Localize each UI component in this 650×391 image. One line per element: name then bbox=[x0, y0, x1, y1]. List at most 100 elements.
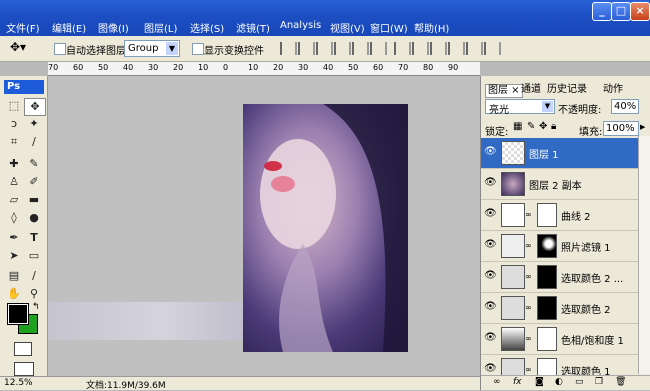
menu-filter[interactable]: 滤镜(T) bbox=[236, 20, 270, 35]
blend-mode-select[interactable]: 亮光 ▼ bbox=[485, 99, 555, 116]
menu-window[interactable]: 窗口(W) bbox=[370, 20, 408, 35]
quick-mask-icon[interactable] bbox=[14, 342, 32, 356]
distribute-right-icon[interactable] bbox=[484, 42, 501, 55]
distribute-bottom-icon[interactable] bbox=[430, 42, 447, 55]
chevron-down-icon[interactable]: ▼ bbox=[166, 42, 178, 55]
adjustment-icon[interactable]: ◐ bbox=[555, 377, 563, 387]
group-select[interactable]: Group ▼ bbox=[124, 40, 180, 57]
dodge-tool-icon[interactable]: ● bbox=[24, 210, 44, 226]
trash-icon[interactable]: 🗑︎ bbox=[615, 377, 626, 387]
opacity-input[interactable]: 40% bbox=[611, 99, 639, 114]
layer-name[interactable]: 选取颜色 2 ... bbox=[561, 270, 623, 285]
layer-mask[interactable] bbox=[537, 265, 557, 289]
path-select-tool-icon[interactable]: ➤ bbox=[4, 248, 24, 264]
slice-tool-icon[interactable]: ∕ bbox=[24, 134, 44, 150]
align-top-icon[interactable] bbox=[280, 42, 297, 55]
layer-row[interactable]: 👁︎ ∞ 选取颜色 2 ... bbox=[481, 262, 639, 293]
chain-link-icon[interactable]: ∞ bbox=[525, 210, 532, 219]
foreground-color-swatch[interactable] bbox=[7, 303, 29, 325]
menu-analysis[interactable]: Analysis bbox=[280, 20, 321, 31]
blur-tool-icon[interactable]: ◊ bbox=[4, 210, 24, 226]
chain-link-icon[interactable]: ∞ bbox=[525, 365, 532, 374]
fx-icon[interactable]: fx bbox=[513, 377, 522, 387]
mask-icon[interactable]: ◙ bbox=[535, 377, 544, 387]
layer-row[interactable]: 👁︎ ∞ 色相/饱和度 1 bbox=[481, 324, 639, 355]
menu-edit[interactable]: 编辑(E) bbox=[52, 20, 86, 35]
eye-icon[interactable]: 👁︎ bbox=[484, 332, 497, 344]
healing-tool-icon[interactable]: ✚ bbox=[4, 156, 24, 172]
menu-image[interactable]: 图像(I) bbox=[98, 20, 129, 35]
fill-dropdown-icon[interactable]: ▶ bbox=[640, 123, 645, 131]
layer-row[interactable]: 👁︎ ∞ 曲线 2 bbox=[481, 200, 639, 231]
lock-position-icon[interactable]: ✥ bbox=[539, 121, 547, 132]
eye-icon[interactable]: 👁︎ bbox=[484, 146, 497, 158]
stamp-tool-icon[interactable]: ♙ bbox=[4, 174, 24, 190]
eye-icon[interactable]: 👁︎ bbox=[484, 208, 497, 220]
layer-mask[interactable] bbox=[537, 234, 557, 258]
eye-icon[interactable]: 👁︎ bbox=[484, 177, 497, 189]
document-image[interactable] bbox=[243, 104, 408, 352]
magic-wand-tool-icon[interactable]: ✦ bbox=[24, 116, 44, 132]
crop-tool-icon[interactable]: ⌗ bbox=[4, 134, 24, 150]
align-vcenter-icon[interactable] bbox=[298, 42, 315, 55]
menu-layer[interactable]: 图层(L) bbox=[144, 20, 177, 35]
maximize-button[interactable]: □ bbox=[611, 2, 631, 21]
align-left-icon[interactable] bbox=[334, 42, 351, 55]
eye-icon[interactable]: 👁︎ bbox=[484, 239, 497, 251]
screen-mode-icon[interactable] bbox=[14, 362, 34, 376]
menu-select[interactable]: 选择(S) bbox=[190, 20, 224, 35]
align-bottom-icon[interactable] bbox=[316, 42, 333, 55]
eye-icon[interactable]: 👁︎ bbox=[484, 363, 497, 375]
distribute-top-icon[interactable] bbox=[394, 42, 411, 55]
gradient-tool-icon[interactable]: ▬ bbox=[24, 192, 44, 208]
distribute-hcenter-icon[interactable] bbox=[466, 42, 483, 55]
zoom-tool-icon[interactable]: ⚲ bbox=[24, 286, 44, 302]
new-layer-icon[interactable]: ❐ bbox=[595, 377, 603, 387]
eraser-tool-icon[interactable]: ▱ bbox=[4, 192, 24, 208]
brush-tool-icon[interactable]: ✎ bbox=[24, 156, 44, 172]
move-tool-icon[interactable]: ✥▾ bbox=[10, 40, 26, 54]
tab-history[interactable]: 历史记录 bbox=[547, 84, 587, 96]
zoom-level[interactable]: 12.5% bbox=[4, 378, 33, 388]
menu-view[interactable]: 视图(V) bbox=[330, 20, 365, 35]
type-tool-icon[interactable]: T bbox=[24, 230, 44, 246]
align-right-icon[interactable] bbox=[370, 42, 387, 55]
shape-tool-icon[interactable]: ▭ bbox=[24, 248, 44, 264]
chevron-down-icon[interactable]: ▼ bbox=[542, 101, 553, 112]
lock-pixels-icon[interactable]: ✎ bbox=[527, 121, 535, 132]
distribute-vcenter-icon[interactable] bbox=[412, 42, 429, 55]
swap-colors-icon[interactable]: ↰ bbox=[32, 302, 40, 312]
eyedropper-tool-icon[interactable]: ∕ bbox=[24, 268, 44, 284]
tab-layers[interactable]: 图层 × bbox=[485, 84, 523, 98]
layer-mask[interactable] bbox=[537, 203, 557, 227]
eye-icon[interactable]: 👁︎ bbox=[484, 301, 497, 313]
chain-link-icon[interactable]: ∞ bbox=[525, 241, 532, 250]
chain-link-icon[interactable]: ∞ bbox=[525, 303, 532, 312]
fill-input[interactable]: 100% bbox=[603, 121, 639, 136]
link-icon[interactable]: ∞ bbox=[493, 377, 501, 387]
layer-row[interactable]: 👁︎ ∞ 选取颜色 2 bbox=[481, 293, 639, 324]
layer-name[interactable]: 选取颜色 2 bbox=[561, 301, 611, 316]
layer-name[interactable]: 图层 2 副本 bbox=[529, 177, 582, 192]
chain-link-icon[interactable]: ∞ bbox=[525, 334, 532, 343]
layer-row[interactable]: 👁︎ ∞ 选取颜色 1 bbox=[481, 355, 639, 376]
pen-tool-icon[interactable]: ✒ bbox=[4, 230, 24, 246]
align-hcenter-icon[interactable] bbox=[352, 42, 369, 55]
layer-mask[interactable] bbox=[537, 358, 557, 375]
layer-mask[interactable] bbox=[537, 327, 557, 351]
menu-file[interactable]: 文件(F) bbox=[6, 20, 40, 35]
marquee-tool-icon[interactable]: ⬚ bbox=[4, 98, 24, 114]
tab-actions[interactable]: 动作 bbox=[603, 84, 623, 96]
distribute-left-icon[interactable] bbox=[448, 42, 465, 55]
menu-help[interactable]: 帮助(H) bbox=[414, 20, 449, 35]
layer-name[interactable]: 曲线 2 bbox=[561, 208, 591, 223]
notes-tool-icon[interactable]: ▤ bbox=[4, 268, 24, 284]
layer-row[interactable]: 👁︎ 图层 1 bbox=[481, 138, 639, 169]
hand-tool-icon[interactable]: ✋ bbox=[4, 286, 24, 302]
layer-mask[interactable] bbox=[537, 296, 557, 320]
move-tool-icon[interactable]: ✥ bbox=[24, 98, 46, 116]
minimize-button[interactable]: _ bbox=[592, 2, 612, 21]
lasso-tool-icon[interactable]: ↄ bbox=[4, 116, 24, 132]
lock-transparency-icon[interactable]: ▦ bbox=[513, 121, 522, 132]
history-brush-icon[interactable]: ✐ bbox=[24, 174, 44, 190]
